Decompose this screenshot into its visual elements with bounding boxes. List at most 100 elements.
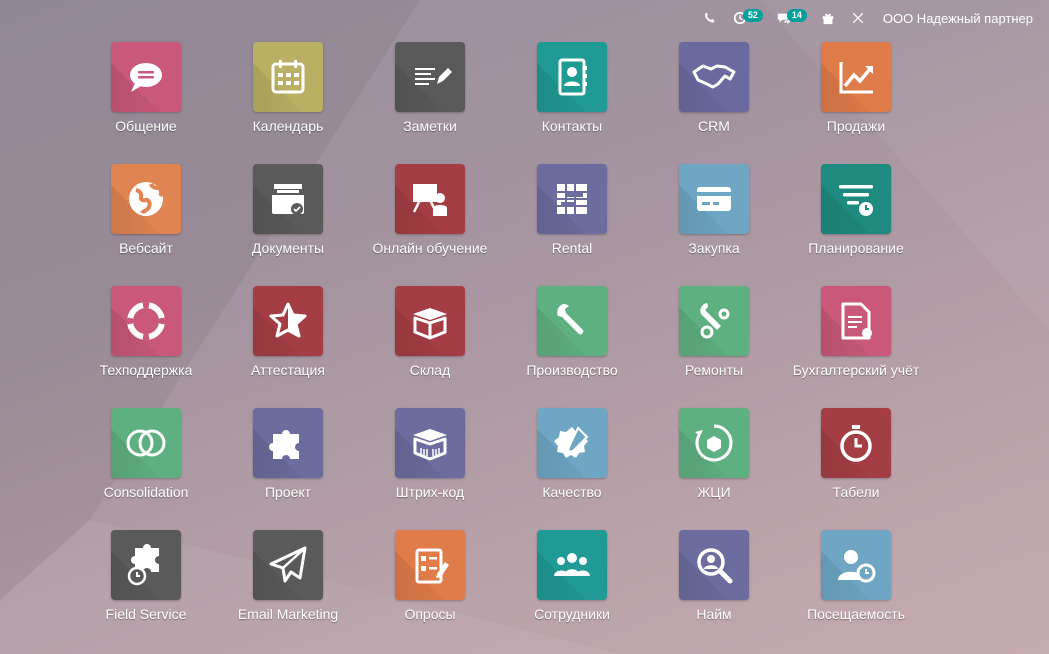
app-tile-repair[interactable]: Ремонты — [643, 286, 785, 408]
phone-button[interactable] — [695, 0, 725, 36]
app-label: Продажи — [826, 118, 886, 134]
app-tile-puzzle[interactable]: Проект — [217, 408, 359, 530]
app-label: Общение — [115, 118, 177, 134]
app-tile-chat[interactable]: Общение — [75, 42, 217, 164]
app-icon-box[interactable] — [111, 408, 181, 478]
cycle-icon — [695, 424, 733, 462]
app-label: Посещаемость — [807, 606, 905, 622]
app-label: Техподдержка — [99, 362, 193, 378]
app-icon-box[interactable] — [821, 408, 891, 478]
app-label: Бухгалтерский учёт — [792, 362, 920, 378]
app-icon-box[interactable] — [679, 530, 749, 600]
app-tile-cycle[interactable]: ЖЦИ — [643, 408, 785, 530]
activities-badge: 52 — [742, 9, 763, 22]
teacher-icon — [412, 184, 447, 216]
app-icon-box[interactable] — [253, 530, 323, 600]
app-icon-box[interactable] — [821, 286, 891, 356]
stopwatch-icon — [840, 425, 872, 462]
app-tile-search-person[interactable]: Найм — [643, 530, 785, 652]
app-icon-box[interactable] — [821, 530, 891, 600]
app-icon-box[interactable] — [253, 408, 323, 478]
app-tile-star[interactable]: Аттестация — [217, 286, 359, 408]
app-tile-teacher[interactable]: Онлайн обучение — [359, 164, 501, 286]
app-label: Производство — [526, 362, 618, 378]
app-icon-box[interactable] — [537, 42, 607, 112]
app-icon-box[interactable] — [111, 286, 181, 356]
app-tile-survey[interactable]: Опросы — [359, 530, 501, 652]
app-tile-paper-plane[interactable]: Email Marketing — [217, 530, 359, 652]
app-tile-invoice[interactable]: Бухгалтерский учёт — [785, 286, 927, 408]
table-icon — [557, 184, 587, 214]
app-icon-box[interactable] — [253, 42, 323, 112]
puzzle-icon — [269, 430, 299, 459]
messages-badge: 14 — [786, 9, 807, 22]
app-icon-box[interactable] — [679, 286, 749, 356]
app-icon-box[interactable] — [111, 42, 181, 112]
activities-button[interactable]: 52 — [725, 0, 769, 36]
messages-button[interactable]: 14 — [769, 0, 813, 36]
paper-plane-icon — [269, 546, 307, 583]
app-icon-box[interactable] — [111, 164, 181, 234]
app-label: Календарь — [252, 118, 324, 134]
circles-icon — [126, 429, 166, 457]
chart-up-icon — [839, 62, 873, 94]
app-icon-box[interactable] — [395, 286, 465, 356]
app-label: Найм — [696, 606, 732, 622]
gift-icon — [822, 13, 834, 25]
app-tile-contacts[interactable]: Контакты — [501, 42, 643, 164]
app-tile-calendar[interactable]: Календарь — [217, 42, 359, 164]
app-tile-user-clock[interactable]: Посещаемость — [785, 530, 927, 652]
app-tile-notes[interactable]: Заметки — [359, 42, 501, 164]
repair-icon — [700, 303, 730, 339]
company-switcher[interactable]: ООО Надежный партнер — [873, 11, 1033, 26]
app-icon-box[interactable] — [537, 408, 607, 478]
app-icon-box[interactable] — [537, 286, 607, 356]
app-tile-box[interactable]: Склад — [359, 286, 501, 408]
app-tile-quality[interactable]: Качество — [501, 408, 643, 530]
app-icon-box[interactable] — [111, 530, 181, 600]
app-icon-box[interactable] — [395, 42, 465, 112]
app-icon-box[interactable] — [395, 530, 465, 600]
app-tile-globe[interactable]: Вебсайт — [75, 164, 217, 286]
app-label: Закупка — [688, 240, 740, 256]
app-tile-inbox[interactable]: Документы — [217, 164, 359, 286]
app-tile-table[interactable]: Rental — [501, 164, 643, 286]
app-label: Сотрудники — [534, 606, 610, 622]
app-tile-stopwatch[interactable]: Табели — [785, 408, 927, 530]
app-tile-handshake[interactable]: CRM — [643, 42, 785, 164]
app-label: Онлайн обучение — [372, 240, 488, 256]
gift-button[interactable] — [813, 0, 843, 36]
survey-icon — [415, 548, 449, 584]
globe-icon — [129, 182, 164, 216]
app-label: Ремонты — [684, 362, 744, 378]
app-icon-box[interactable] — [537, 164, 607, 234]
debug-tools-button[interactable] — [843, 0, 873, 36]
app-tile-circles[interactable]: Consolidation — [75, 408, 217, 530]
app-label: Опросы — [404, 606, 456, 622]
app-tile-users[interactable]: Сотрудники — [501, 530, 643, 652]
app-tile-lifebuoy[interactable]: Техподдержка — [75, 286, 217, 408]
app-icon-box[interactable] — [821, 164, 891, 234]
app-label: Контакты — [541, 118, 603, 134]
app-icon-box[interactable] — [821, 42, 891, 112]
app-tile-wrench[interactable]: Производство — [501, 286, 643, 408]
app-icon-box[interactable] — [253, 286, 323, 356]
quality-icon — [554, 426, 589, 458]
app-icon-box[interactable] — [253, 164, 323, 234]
app-tile-chart-up[interactable]: Продажи — [785, 42, 927, 164]
app-icon-box[interactable] — [679, 42, 749, 112]
app-tile-card[interactable]: Закупка — [643, 164, 785, 286]
app-tile-puzzle-clock[interactable]: Field Service — [75, 530, 217, 652]
search-person-icon — [697, 548, 733, 584]
app-icon-box[interactable] — [395, 408, 465, 478]
app-tile-planning[interactable]: Планирование — [785, 164, 927, 286]
app-label: Заметки — [403, 118, 457, 134]
app-label: Вебсайт — [119, 240, 173, 256]
puzzle-clock-icon — [127, 544, 159, 586]
app-icon-box[interactable] — [679, 408, 749, 478]
app-icon-box[interactable] — [537, 530, 607, 600]
app-label: Аттестация — [251, 362, 325, 378]
app-icon-box[interactable] — [679, 164, 749, 234]
app-icon-box[interactable] — [395, 164, 465, 234]
app-tile-barcode-box[interactable]: Штрих-код — [359, 408, 501, 530]
